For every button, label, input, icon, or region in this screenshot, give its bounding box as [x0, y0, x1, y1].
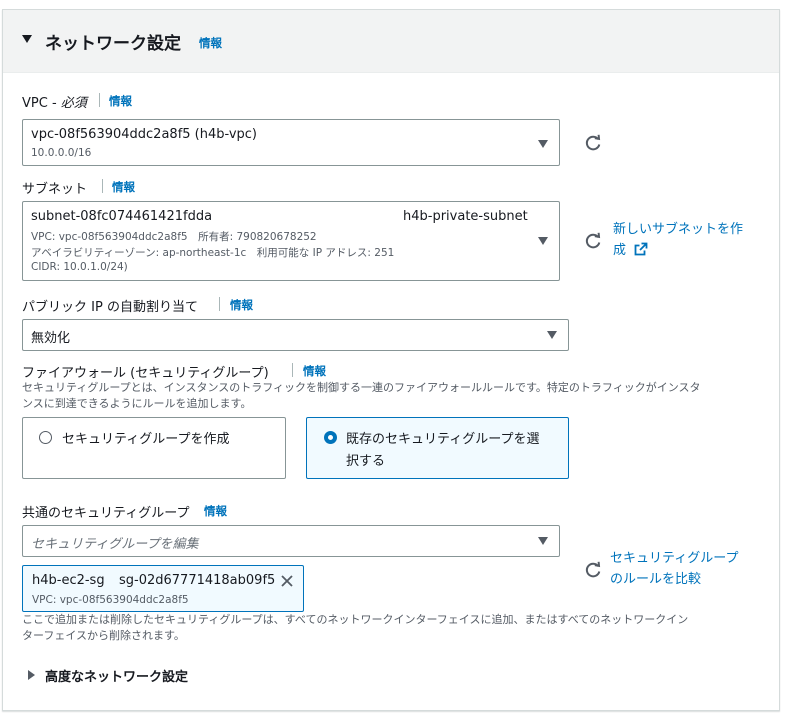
chevron-down-icon: [538, 140, 548, 148]
panel-title: ネットワーク設定: [45, 34, 181, 54]
collapse-caret-icon[interactable]: [22, 35, 32, 43]
common-sg-note: ここで追加または削除したセキュリティグループは、すべてのネットワークインターフェ…: [22, 612, 782, 644]
subnet-vpc-owner: VPC: vpc-08f563904ddc2a8f5 所有者: 79082067…: [31, 231, 317, 243]
vpc-info-link[interactable]: 情報: [109, 93, 132, 109]
refresh-icon[interactable]: [584, 232, 602, 250]
common-sg-note-line: ターフェイスから削除されます。: [22, 629, 185, 642]
close-icon[interactable]: [280, 574, 294, 588]
security-group-token: h4b-ec2-sg sg-02d67771418ab09f5 VPC: vpc…: [22, 565, 304, 612]
expand-caret-icon[interactable]: [28, 670, 35, 680]
divider: [219, 297, 220, 311]
chevron-down-icon: [538, 537, 548, 545]
public-ip-select[interactable]: 無効化: [22, 319, 569, 351]
common-sg-info-link[interactable]: 情報: [204, 503, 227, 519]
refresh-icon[interactable]: [584, 134, 602, 152]
subnet-id: subnet-08fc074461421fdda: [31, 209, 213, 224]
radio-create-label: セキュリティグループを作成: [62, 432, 230, 447]
panel-header[interactable]: ネットワーク設定 情報: [3, 10, 779, 73]
radio-existing-label-line: 既存のセキュリティグループを選: [346, 432, 540, 447]
vpc-select[interactable]: vpc-08f563904ddc2a8f5 (h4b-vpc) 10.0.0.0…: [22, 119, 560, 166]
token-vpc: VPC: vpc-08f563904ddc2a8f5: [32, 594, 189, 606]
token-name: h4b-ec2-sg: [32, 573, 105, 588]
vpc-label: VPC - 必須: [22, 96, 87, 111]
radio-existing-label: 既存のセキュリティグループを選 択する: [346, 428, 539, 469]
radio-existing-label-line: 択する: [346, 454, 386, 469]
compare-rules-link-text[interactable]: のルールを比較: [610, 569, 770, 590]
create-subnet-link-text[interactable]: 成: [613, 243, 626, 258]
firewall-info-link[interactable]: 情報: [303, 363, 326, 379]
security-group-select[interactable]: セキュリティグループを編集: [22, 525, 560, 557]
public-ip-label: パブリック IP の自動割り当て: [22, 300, 198, 315]
common-sg-note-line: ここで追加または削除したセキュリティグループは、すべてのネットワークインターフェ…: [22, 613, 689, 626]
token-id: sg-02d67771418ab09f5: [119, 573, 276, 588]
chevron-down-icon: [538, 237, 548, 245]
public-ip-info-link[interactable]: 情報: [230, 297, 253, 313]
advanced-network-settings-toggle[interactable]: 高度なネットワーク設定: [45, 666, 188, 685]
common-sg-label: 共通のセキュリティグループ: [22, 506, 190, 521]
compare-rules-link-text[interactable]: セキュリティグループ: [610, 548, 770, 569]
radio-button-icon[interactable]: [39, 431, 52, 444]
vpc-value: vpc-08f563904ddc2a8f5 (h4b-vpc): [31, 127, 258, 142]
refresh-icon[interactable]: [584, 561, 602, 579]
subnet-label: サブネット: [22, 182, 88, 197]
subnet-select[interactable]: subnet-08fc074461421fdda h4b-private-sub…: [22, 201, 560, 281]
subnet-az-ips: アベイラビリティーゾーン: ap-northeast-1c 利用可能な IP ア…: [31, 247, 395, 259]
divider: [292, 363, 293, 377]
firewall-description-line: セキュリティグループとは、インスタンスのトラフィックを制御する一連のファイアウォ…: [22, 381, 701, 394]
radio-button-selected-icon[interactable]: [324, 431, 337, 444]
subnet-info-link[interactable]: 情報: [112, 179, 135, 195]
firewall-description-line: ンスに到達できるようにルールを追加します。: [22, 397, 252, 410]
radio-existing-security-group[interactable]: 既存のセキュリティグループを選 択する: [306, 417, 569, 479]
firewall-label: ファイアウォール (セキュリティグループ): [22, 366, 269, 381]
create-subnet-link-text[interactable]: 新しいサブネットを作: [613, 219, 773, 240]
vpc-cidr: 10.0.0.0/16: [31, 147, 92, 159]
create-subnet-link[interactable]: 新しいサブネットを作 成: [613, 219, 773, 261]
divider: [102, 179, 103, 193]
firewall-description: セキュリティグループとは、インスタンスのトラフィックを制御する一連のファイアウォ…: [22, 380, 782, 412]
chevron-down-icon: [547, 331, 557, 339]
subnet-name: h4b-private-subnet: [403, 209, 528, 224]
public-ip-value: 無効化: [31, 331, 71, 346]
divider: [99, 93, 100, 107]
security-group-placeholder: セキュリティグループを編集: [31, 537, 199, 552]
subnet-cidr: CIDR: 10.0.1.0/24): [31, 261, 128, 273]
section-info-link[interactable]: 情報: [199, 35, 222, 51]
external-link-icon: [634, 242, 648, 256]
compare-rules-link[interactable]: セキュリティグループ のルールを比較: [610, 548, 770, 590]
radio-create-security-group[interactable]: セキュリティグループを作成: [22, 417, 286, 479]
